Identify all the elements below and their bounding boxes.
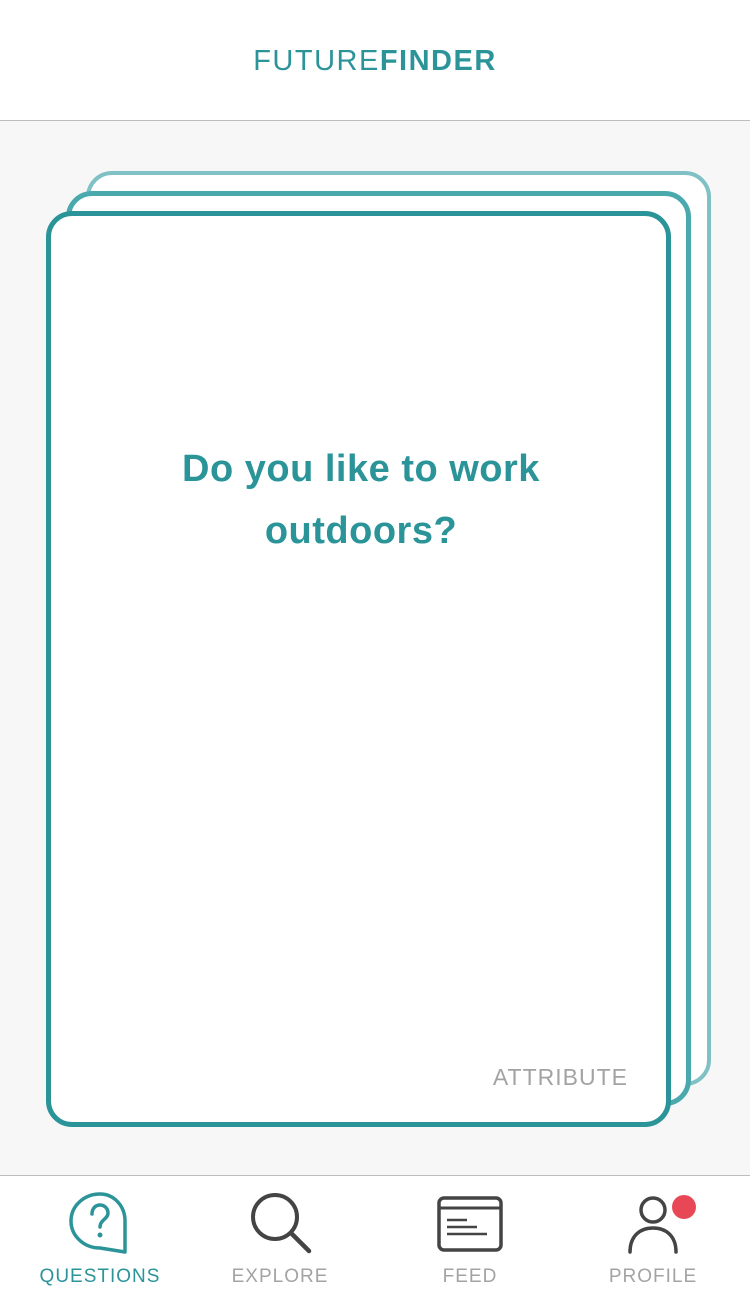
logo-light-text: FUTURE (253, 44, 380, 77)
app-logo: FUTUREFINDER (253, 43, 497, 78)
attribute-label: ATTRIBUTE (492, 1064, 628, 1090)
tab-feed-label: FEED (442, 1266, 498, 1287)
tab-profile[interactable]: PROFILE (563, 1176, 743, 1297)
tab-questions-label: QUESTIONS (39, 1266, 161, 1287)
profile-icon (620, 1190, 696, 1256)
notification-badge (672, 1195, 696, 1219)
bottom-tab-bar: QUESTIONS EXPLORE FEED PROFILE (0, 1175, 750, 1297)
tab-profile-label: PROFILE (608, 1266, 698, 1287)
feed-icon (437, 1190, 503, 1256)
tab-explore[interactable]: EXPLORE (190, 1176, 370, 1297)
search-icon (247, 1190, 313, 1256)
question-bubble-icon (67, 1190, 133, 1256)
logo-bold-text: FINDER (379, 44, 497, 77)
tab-feed[interactable]: FEED (380, 1176, 560, 1297)
tab-explore-label: EXPLORE (231, 1266, 329, 1287)
question-text: Do you like to work outdoors? (182, 448, 540, 552)
question-card[interactable]: Do you like to work outdoors? ATTRIBUTE (46, 211, 671, 1127)
tab-questions[interactable]: QUESTIONS (10, 1176, 190, 1297)
app-header: FUTUREFINDER (0, 0, 750, 121)
